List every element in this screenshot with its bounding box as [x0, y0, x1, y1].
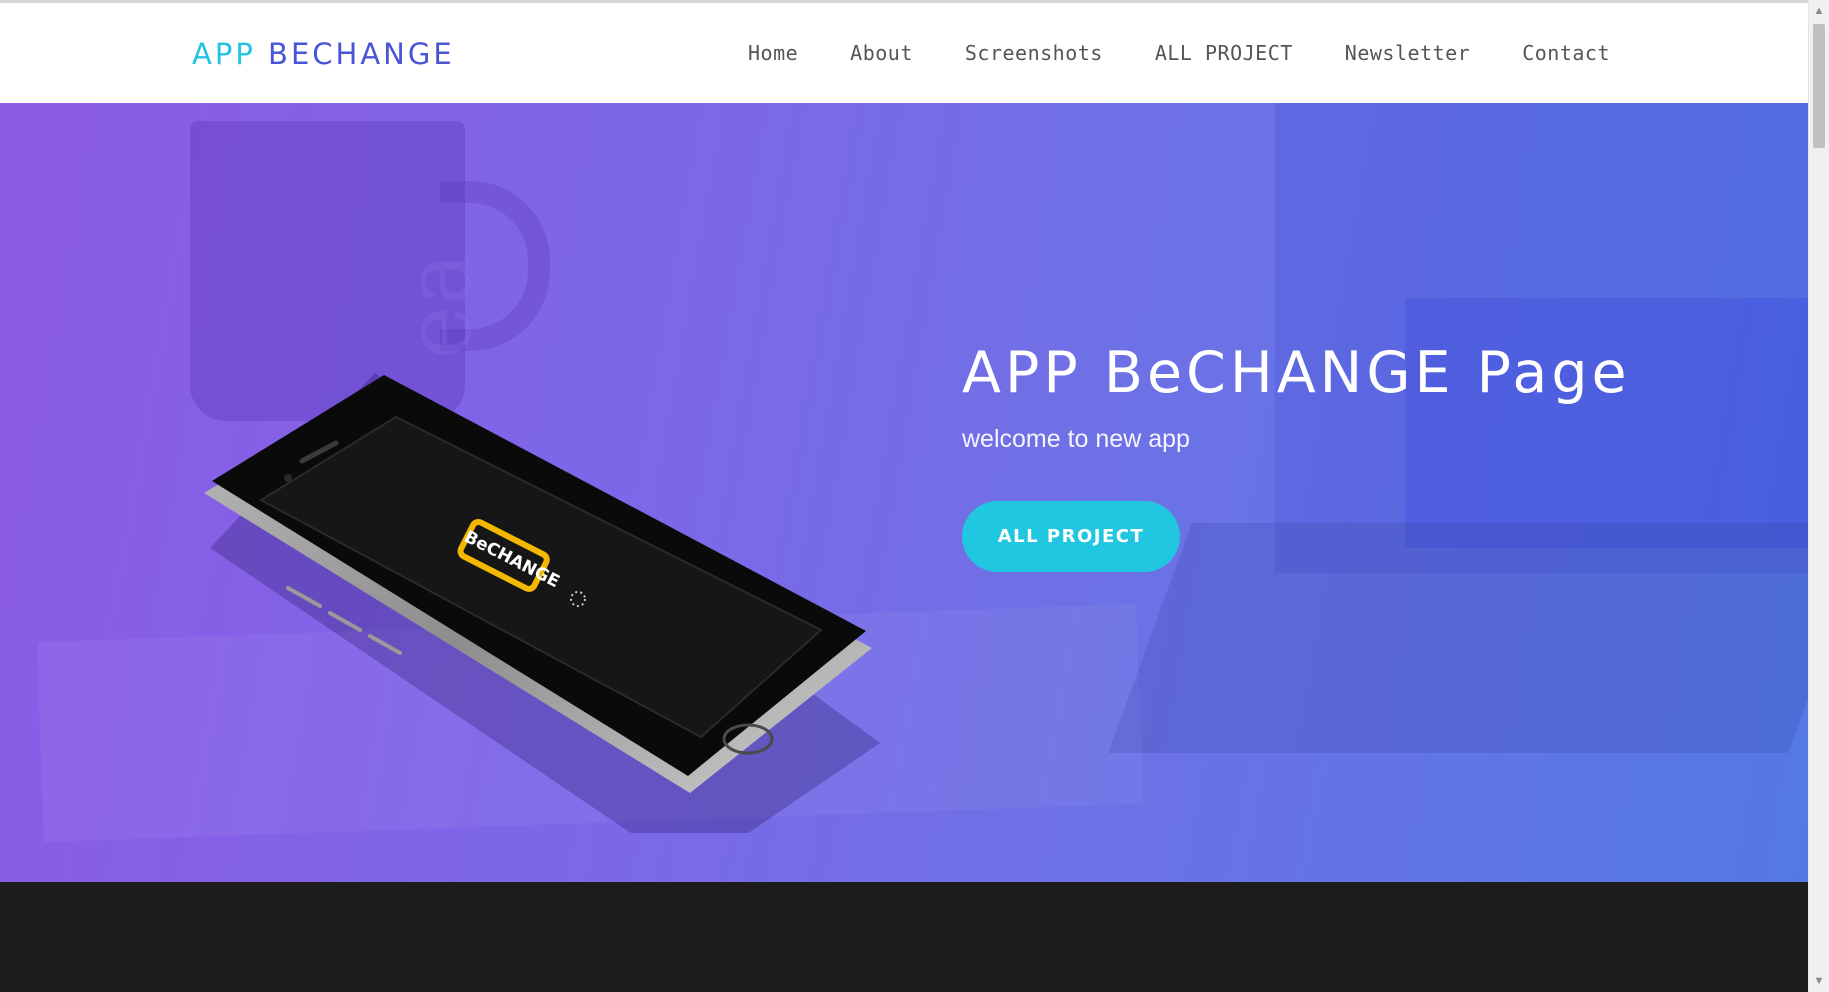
phone-mockup: BeCHANGE	[204, 373, 880, 833]
landing-page: APP BECHANGE Home About Screenshots ALL …	[0, 0, 1808, 992]
nav-screenshots[interactable]: Screenshots	[965, 38, 1103, 68]
scrollbar-thumb[interactable]	[1813, 24, 1825, 148]
page-scrollbar[interactable]: ▲ ▼	[1808, 0, 1829, 992]
logo-word-app: APP	[192, 37, 256, 71]
nav-newsletter[interactable]: Newsletter	[1345, 38, 1470, 68]
hero-subtitle: welcome to new app	[962, 425, 1190, 453]
main-nav: Home About Screenshots ALL PROJECT Newsl…	[748, 38, 1610, 68]
hero-section: ea BeCHANGE APP BeCHANGE Page welcome to…	[0, 103, 1808, 882]
dark-section	[0, 882, 1808, 992]
nav-home[interactable]: Home	[748, 38, 798, 68]
hero-title: APP BeCHANGE Page	[962, 340, 1631, 406]
chevron-up-icon[interactable]: ▲	[1809, 2, 1829, 20]
all-project-button[interactable]: ALL PROJECT	[962, 501, 1180, 572]
background-keyboard	[1108, 523, 1808, 753]
nav-about[interactable]: About	[850, 38, 913, 68]
background-laptop-screen	[1405, 298, 1808, 548]
logo-word-bechange: BECHANGE	[268, 37, 455, 71]
nav-all-project[interactable]: ALL PROJECT	[1155, 38, 1293, 68]
browser-viewport: APP BECHANGE Home About Screenshots ALL …	[0, 0, 1829, 992]
chevron-down-icon[interactable]: ▼	[1809, 972, 1829, 990]
phone-camera	[284, 474, 292, 482]
site-header: APP BECHANGE Home About Screenshots ALL …	[0, 3, 1808, 103]
site-logo[interactable]: APP BECHANGE	[192, 37, 455, 71]
nav-contact[interactable]: Contact	[1522, 38, 1610, 68]
